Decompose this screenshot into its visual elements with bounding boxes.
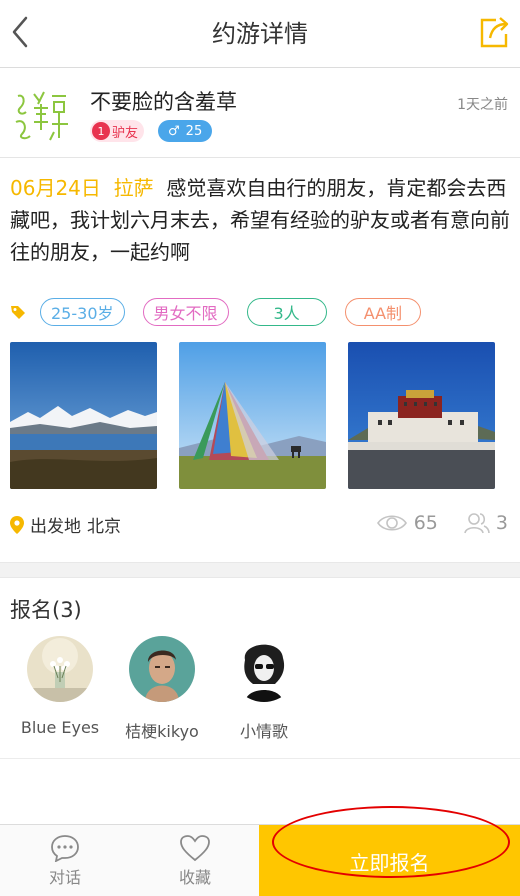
location-pin-icon [10,515,24,534]
member-name: 桔梗kikyo [125,722,199,741]
tag-people: 3人 [246,298,327,326]
publisher-name: 不要脸的含羞草 [90,90,237,114]
member-item[interactable]: Blue Eyes [10,636,110,742]
share-icon [480,17,509,48]
member-avatar [129,636,195,702]
participant-count: 3 [495,512,508,534]
level-star-icon: 1 [92,122,110,140]
trip-description: 06月24日 拉萨 感觉喜欢自由行的朋友，肯定都会去西藏吧，我计划六月末去，希望… [10,172,510,268]
trip-destination: 拉萨 [113,176,154,200]
view-count: 65 [413,512,438,534]
male-icon: ♂ [168,123,180,139]
signup-title: 报名(3) [10,598,82,622]
calligraphy-avatar-image [10,82,76,148]
member-name: 小情歌 [239,722,288,741]
trip-date: 06月24日 [10,176,101,200]
publisher-avatar[interactable] [10,82,76,148]
share-button[interactable] [476,12,512,52]
post-time: 1天之前 [457,97,508,113]
join-now-button[interactable]: 立即报名 [259,825,520,896]
level-badge: 1 驴友 [90,120,145,142]
heart-icon [180,835,210,862]
bottom-action-bar: 对话 收藏 立即报名 [0,824,520,896]
departure-label: 出发地 [30,517,81,537]
eye-icon [376,515,407,531]
member-avatar [231,636,297,702]
favorite-label: 收藏 [178,868,211,887]
divider [0,758,520,759]
favorite-button[interactable]: 收藏 [130,825,260,896]
tag-gender: 男女不限 [142,298,229,326]
people-icon [464,513,490,534]
photo-potala-palace[interactable] [348,342,495,489]
departure-location: 出发地 北京 [10,512,121,537]
chat-button[interactable]: 对话 [0,825,130,896]
section-divider [0,562,520,578]
photo-prayer-flags[interactable] [179,342,326,489]
gender-age-badge: ♂ 25 [158,120,213,142]
age-value: 25 [185,123,203,139]
publisher-row: 不要脸的含羞草 1 驴友 ♂ 25 1天之前 [0,68,520,158]
member-item[interactable]: 桔梗kikyo [112,636,212,742]
tag-icon [11,306,25,319]
chat-label: 对话 [48,868,81,887]
tag-payment: AA制 [344,298,422,326]
member-item[interactable]: 小情歌 [214,636,314,742]
top-bar: 约游详情 [0,0,520,68]
trip-tags: 25-30岁 男女不限 3人 AA制 [10,298,422,326]
chat-bubble-icon [51,835,79,862]
trip-photos [10,342,495,489]
tag-age-range: 25-30岁 [40,298,125,326]
member-avatar [27,636,93,702]
trip-stats: 65 3 [376,512,508,534]
level-badge-label: 驴友 [112,125,139,141]
photo-lake-mountains[interactable] [10,342,157,489]
signup-member-list: Blue Eyes 桔梗kikyo 小情歌 [10,636,314,742]
page-title: 约游详情 [212,20,308,48]
publisher-badges: 1 驴友 ♂ 25 [90,120,213,142]
departure-city: 北京 [87,517,121,537]
member-name: Blue Eyes [20,718,100,737]
